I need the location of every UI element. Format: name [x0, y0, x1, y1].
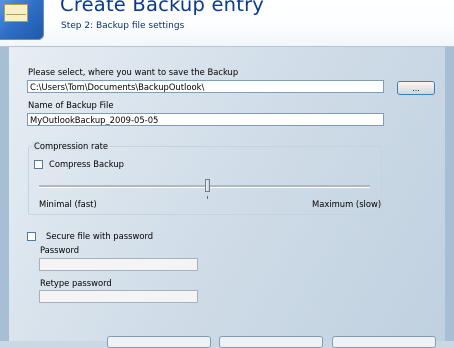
browse-button[interactable]: ...	[397, 81, 435, 95]
compress-backup-checkbox[interactable]	[34, 160, 43, 169]
compression-max-label: Maximum (slow)	[312, 199, 382, 209]
back-button[interactable]	[107, 336, 211, 348]
backup-filename-input[interactable]: MyOutlookBackup_2009-05-05	[27, 113, 384, 126]
retype-password-input[interactable]	[39, 290, 198, 303]
left-frame	[0, 47, 9, 341]
wizard-title: Create Backup entry	[60, 0, 265, 16]
compression-min-label: Minimal (fast)	[39, 199, 97, 209]
secure-file-checkbox[interactable]	[27, 232, 36, 241]
wizard-step-subtitle: Step 2: Backup file settings	[61, 21, 185, 31]
compression-group-title: Compression rate	[32, 141, 111, 151]
retype-password-label: Retype password	[40, 278, 112, 288]
save-path-input[interactable]: C:\Users\Tom\Documents\BackupOutlook\	[27, 80, 384, 93]
right-frame	[445, 47, 454, 341]
wizard-header: Create Backup entry Step 2: Backup file …	[0, 0, 454, 47]
backup-filename-label: Name of Backup File	[28, 100, 114, 110]
outlook-logo-icon	[0, 0, 44, 40]
password-label: Password	[40, 245, 80, 255]
compression-slider-thumb[interactable]	[205, 179, 210, 192]
slider-tick	[207, 196, 208, 199]
compress-backup-label: Compress Backup	[49, 159, 124, 169]
save-location-label: Please select, where you want to save th…	[28, 67, 239, 77]
cancel-button[interactable]	[332, 336, 436, 348]
next-button[interactable]	[219, 336, 323, 348]
password-input[interactable]	[39, 258, 198, 271]
secure-file-label: Secure file with password	[46, 231, 154, 241]
